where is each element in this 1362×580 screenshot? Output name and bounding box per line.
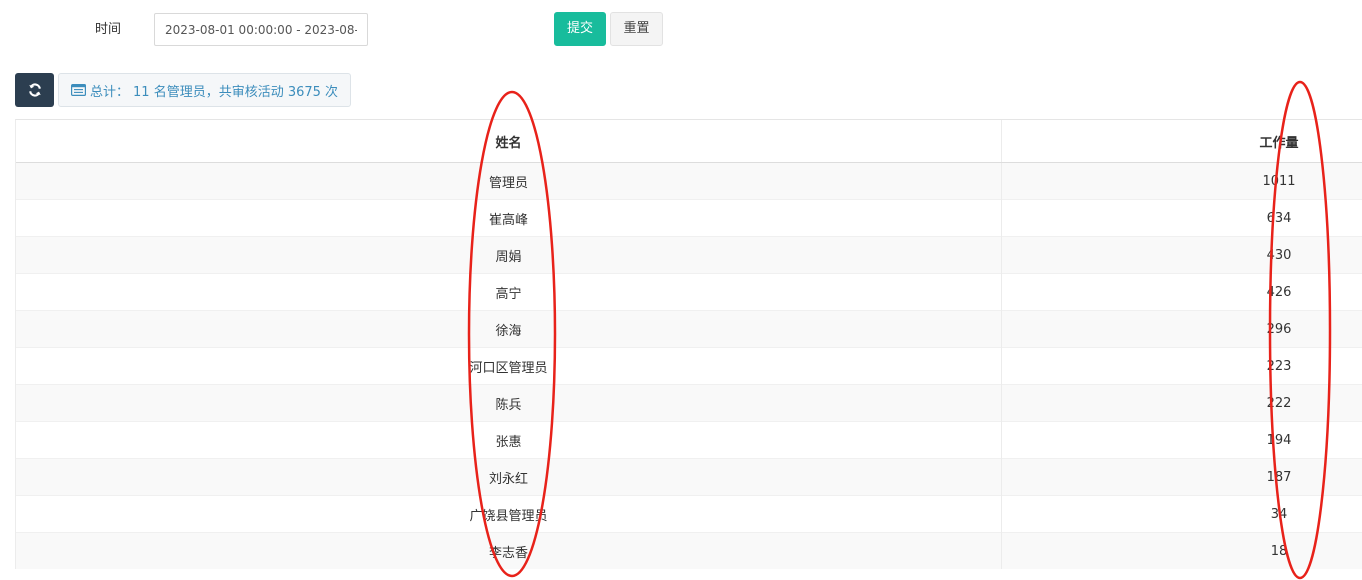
refresh-icon — [28, 83, 41, 97]
cell-workload: 426 — [1001, 273, 1362, 311]
cell-workload: 18 — [1001, 532, 1362, 569]
table-row: 广饶县管理员 34 — [16, 495, 1362, 533]
cell-workload: 194 — [1001, 421, 1362, 459]
cell-workload: 296 — [1001, 310, 1362, 348]
reset-button[interactable]: 重置 — [610, 12, 663, 46]
cell-admin-name: 周娟 — [16, 236, 1002, 274]
table-row: 刘永红 187 — [16, 458, 1362, 496]
cell-workload-value: 34 — [1270, 506, 1288, 522]
list-icon — [71, 84, 86, 96]
table-row: 河口区管理员 223 — [16, 347, 1362, 385]
cell-workload: 1011 — [1001, 162, 1362, 200]
submit-button[interactable]: 提交 — [554, 12, 606, 46]
cell-workload: 223 — [1001, 347, 1362, 385]
table-row: 陈兵 222 — [16, 384, 1362, 422]
cell-workload-value: 187 — [1266, 469, 1292, 485]
cell-workload-value: 18 — [1270, 543, 1288, 559]
time-label: 时间 — [95, 22, 122, 37]
cell-admin-name: 李志香 — [16, 532, 1002, 569]
cell-workload-value: 1011 — [1262, 173, 1296, 189]
column-header-workload[interactable]: 工作量 — [1001, 120, 1362, 163]
table-row: 高宁 426 — [16, 273, 1362, 311]
table-row: 崔高峰 634 — [16, 199, 1362, 237]
cell-admin-name: 广饶县管理员 — [16, 495, 1002, 533]
cell-admin-name: 刘永红 — [16, 458, 1002, 496]
cell-workload-value: 223 — [1266, 358, 1292, 374]
cell-workload: 34 — [1001, 495, 1362, 533]
cell-admin-name: 陈兵 — [16, 384, 1002, 422]
column-header-workload-label: 工作量 — [1259, 135, 1299, 151]
column-header-name[interactable]: 姓名 — [16, 120, 1002, 163]
table-row: 李志香 18 — [16, 532, 1362, 569]
cell-workload: 430 — [1001, 236, 1362, 274]
cell-workload-value: 296 — [1266, 321, 1292, 337]
cell-workload-value: 194 — [1266, 432, 1292, 448]
cell-workload: 634 — [1001, 199, 1362, 237]
cell-admin-name: 河口区管理员 — [16, 347, 1002, 385]
refresh-button[interactable] — [15, 73, 54, 107]
summary-text: 11 名管理员，共审核活动 3675 次 — [133, 84, 339, 100]
cell-admin-name: 崔高峰 — [16, 199, 1002, 237]
cell-workload: 187 — [1001, 458, 1362, 496]
cell-workload-value: 634 — [1266, 210, 1292, 226]
cell-workload-value: 430 — [1266, 247, 1292, 263]
cell-admin-name: 高宁 — [16, 273, 1002, 311]
cell-workload: 222 — [1001, 384, 1362, 422]
cell-admin-name: 张惠 — [16, 421, 1002, 459]
table-row: 徐海 296 — [16, 310, 1362, 348]
cell-workload-value: 426 — [1266, 284, 1292, 300]
date-range-input[interactable] — [154, 13, 368, 46]
cell-workload-value: 222 — [1266, 395, 1292, 411]
table-row: 管理员 1011 — [16, 162, 1362, 200]
table-row: 周娟 430 — [16, 236, 1362, 274]
cell-admin-name: 徐海 — [16, 310, 1002, 348]
workload-table: 姓名 工作量 管理员 1011 崔高峰 634 周娟 430 高宁 426 徐海 296 河口区管理… — [15, 119, 1362, 569]
table-row: 张惠 194 — [16, 421, 1362, 459]
summary-badge: 总计： 11 名管理员，共审核活动 3675 次 — [58, 73, 352, 107]
summary-prefix: 总计： — [90, 84, 130, 100]
table-header-row: 姓名 工作量 — [16, 120, 1362, 163]
cell-admin-name: 管理员 — [16, 162, 1002, 200]
